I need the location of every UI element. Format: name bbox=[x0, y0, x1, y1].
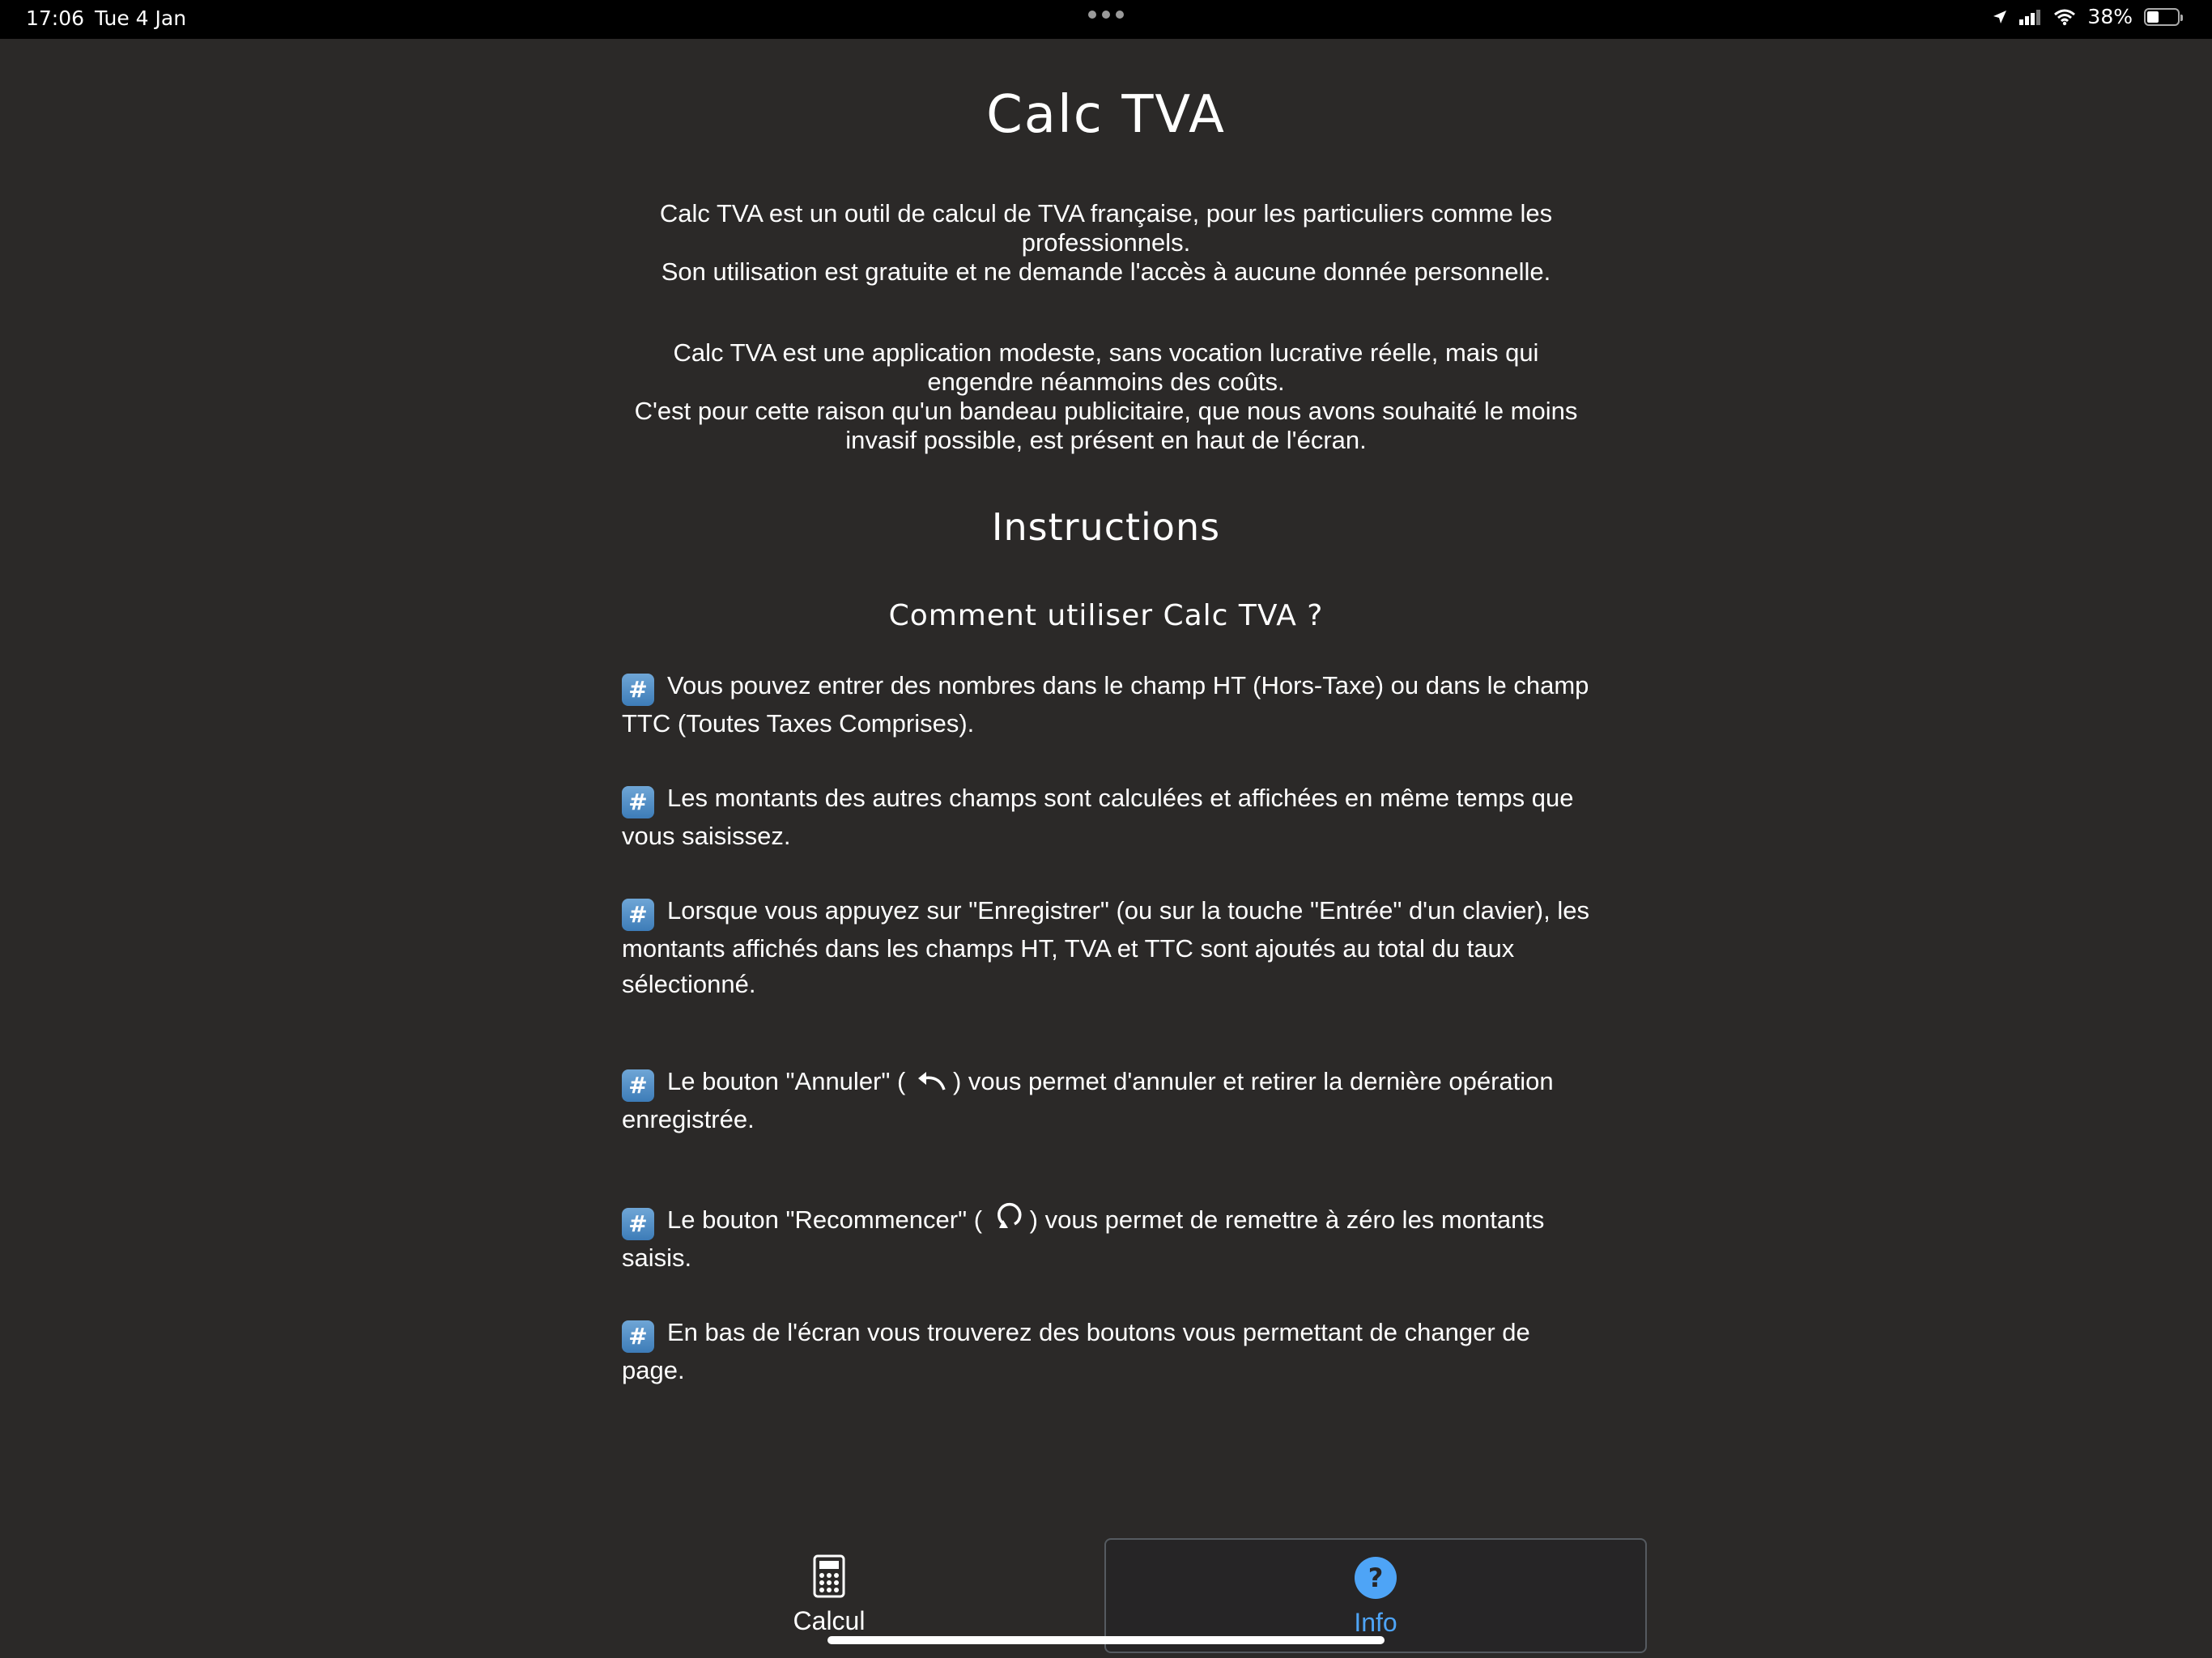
home-indicator[interactable] bbox=[827, 1636, 1385, 1644]
step-text: Le bouton "Annuler" ( bbox=[667, 1067, 906, 1095]
intro-line: Calc TVA est une application modeste, sa… bbox=[673, 338, 1539, 367]
info-page: Calc TVA Calc TVA est un outil de calcul… bbox=[615, 39, 1597, 1427]
status-date: Tue 4 Jan bbox=[95, 6, 187, 30]
intro-line: engendre néanmoins des coûts. bbox=[927, 368, 1285, 396]
battery-percent: 38% bbox=[2087, 5, 2133, 28]
instruction-step: # En bas de l'écran vous trouverez des bo… bbox=[622, 1315, 1593, 1388]
intro-paragraph-2: Calc TVA est une application modeste, sa… bbox=[615, 338, 1597, 455]
question-circle-icon: ? bbox=[1355, 1557, 1397, 1599]
hash-keycap-icon: # bbox=[622, 1320, 654, 1353]
status-bar: 17:06 Tue 4 Jan 38% bbox=[0, 0, 2212, 39]
undo-icon bbox=[912, 1069, 953, 1101]
restart-icon bbox=[989, 1199, 1030, 1231]
instructions-heading: Instructions bbox=[991, 505, 1221, 549]
multitasking-dots-icon[interactable] bbox=[1088, 11, 1124, 19]
tab-info-label: Info bbox=[1354, 1608, 1397, 1637]
svg-text:?: ? bbox=[1368, 1562, 1384, 1593]
step-text: Les montants des autres champs sont calc… bbox=[622, 784, 1574, 850]
battery-icon bbox=[2144, 7, 2183, 26]
instruction-step: # Vous pouvez entrer des nombres dans le … bbox=[622, 668, 1593, 742]
instruction-list: # Vous pouvez entrer des nombres dans le … bbox=[615, 668, 1597, 1388]
intro-line: C'est pour cette raison qu'un bandeau pu… bbox=[634, 397, 1578, 425]
hash-keycap-icon: # bbox=[622, 786, 654, 818]
hash-keycap-icon: # bbox=[622, 1208, 654, 1240]
hash-keycap-icon: # bbox=[622, 899, 654, 931]
intro-line: Calc TVA est un outil de calcul de TVA f… bbox=[659, 199, 1553, 227]
tab-calcul-label: Calcul bbox=[793, 1606, 866, 1635]
page-title: Calc TVA bbox=[986, 85, 1226, 145]
step-text: Le bouton "Recommencer" ( bbox=[667, 1205, 983, 1234]
battery-level bbox=[2147, 11, 2159, 23]
status-indicators: 38% bbox=[1992, 5, 2183, 28]
instruction-step: # Lorsque vous appuyez sur "Enregistrer" … bbox=[622, 893, 1593, 1002]
status-time: 17:06 bbox=[26, 6, 85, 30]
calculator-icon bbox=[813, 1554, 845, 1598]
instruction-step: # Les montants des autres champs sont cal… bbox=[622, 780, 1593, 854]
wifi-icon bbox=[2054, 9, 2076, 25]
step-text: Lorsque vous appuyez sur "Enregistrer" (… bbox=[622, 896, 1589, 998]
intro-line: invasif possible, est présent en haut de… bbox=[845, 426, 1367, 454]
hash-keycap-icon: # bbox=[622, 1069, 654, 1102]
how-to-heading: Comment utiliser Calc TVA ? bbox=[888, 599, 1324, 632]
instruction-step: # Le bouton "Annuler" ( ) vous permet d'a… bbox=[622, 1064, 1593, 1137]
intro-line: professionnels. bbox=[1021, 228, 1191, 257]
intro-paragraph-1: Calc TVA est un outil de calcul de TVA f… bbox=[615, 199, 1597, 287]
hash-keycap-icon: # bbox=[622, 674, 654, 706]
step-text: Vous pouvez entrer des nombres dans le c… bbox=[622, 671, 1589, 738]
intro-line: Son utilisation est gratuite et ne deman… bbox=[661, 257, 1551, 286]
location-icon bbox=[1993, 10, 2007, 23]
instruction-step: # Le bouton "Recommencer" ( ) vous permet… bbox=[622, 1199, 1593, 1276]
step-text: En bas de l'écran vous trouverez des bou… bbox=[622, 1318, 1530, 1384]
cellular-signal-icon bbox=[2019, 9, 2041, 25]
